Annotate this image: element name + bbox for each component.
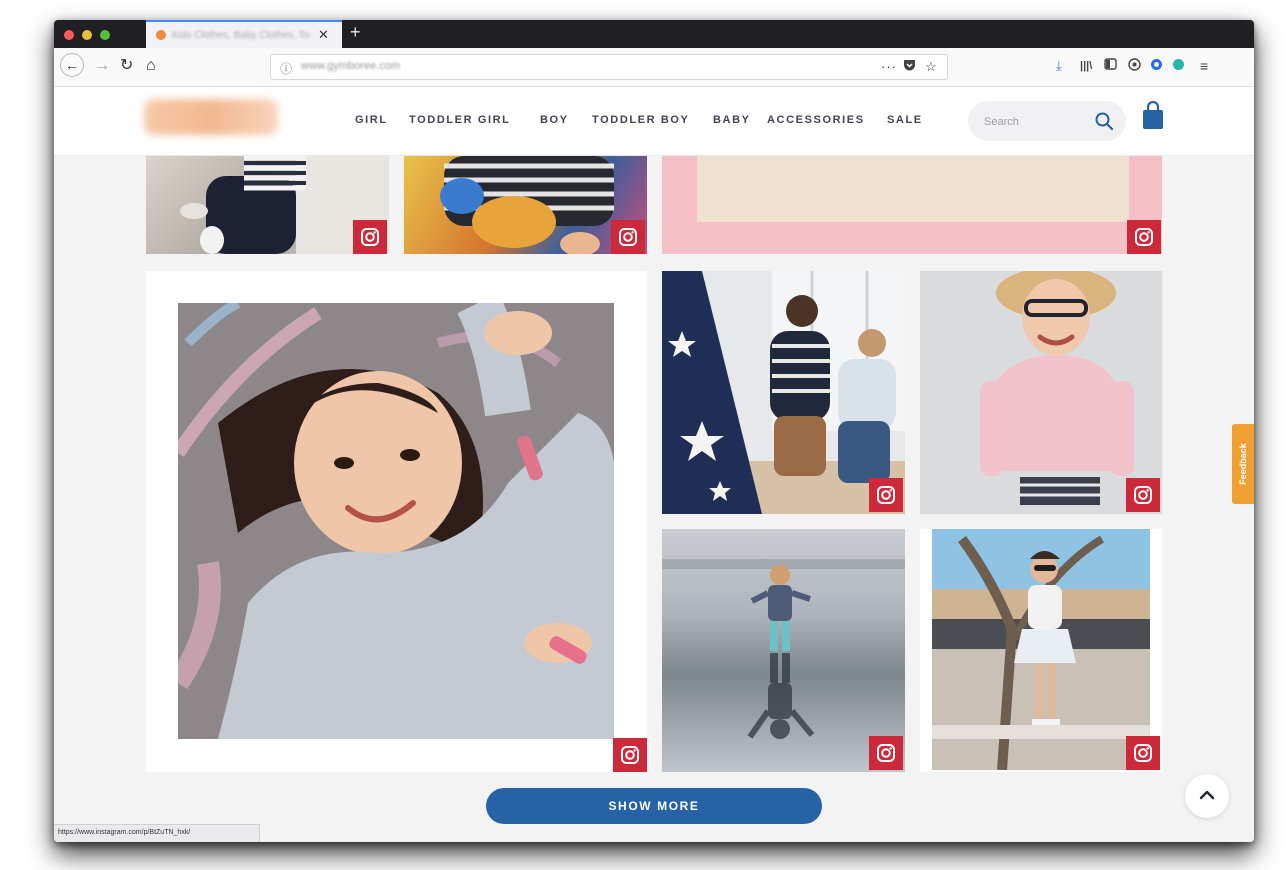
page-actions-icon[interactable]: ··· — [881, 59, 897, 74]
pocket-icon[interactable] — [903, 59, 916, 74]
instagram-gallery: SHOW MORE Feedback https://www.instagram… — [54, 156, 1254, 842]
reload-button[interactable]: ↻ — [120, 57, 133, 75]
sidebar-icon[interactable] — [1104, 58, 1117, 74]
url-text: www.gymboree.com — [301, 60, 401, 72]
download-icon[interactable]: ⤓ — [1056, 58, 1062, 74]
feedback-tab[interactable]: Feedback — [1232, 424, 1254, 504]
menu-icon[interactable]: ≡ — [1200, 58, 1208, 74]
gallery-photo-featured[interactable] — [146, 271, 647, 772]
minimize-window-button[interactable] — [82, 30, 92, 40]
browser-tab[interactable]: Kids Clothes, Baby Clothes, Toddler Clot… — [146, 20, 342, 48]
nav-toddler-boy[interactable]: TODDLER BOY — [592, 114, 689, 126]
instagram-icon[interactable] — [1126, 736, 1160, 770]
instagram-icon[interactable] — [353, 220, 387, 254]
nav-boy[interactable]: BOY — [540, 114, 569, 126]
gallery-photo[interactable] — [404, 156, 647, 254]
scroll-to-top-button[interactable] — [1185, 774, 1229, 818]
site-header: GIRL TODDLER GIRL BOY TODDLER BOY BABY A… — [54, 87, 1254, 156]
extension-teal-icon[interactable] — [1172, 58, 1185, 75]
gallery-photo[interactable] — [662, 156, 1162, 254]
browser-toolbar: ← → ↻ ⌂ ⓘ www.gymboree.com ··· ☆ ⤓ |||\ … — [54, 48, 1254, 87]
site-logo[interactable] — [144, 99, 278, 135]
chevron-up-icon — [1199, 787, 1215, 805]
tab-strip: Kids Clothes, Baby Clothes, Toddler Clot… — [54, 20, 1254, 48]
gallery-photo[interactable] — [146, 156, 389, 254]
gallery-photo[interactable] — [662, 271, 905, 514]
nav-girl[interactable]: GIRL — [355, 114, 388, 126]
library-icon[interactable]: |||\ — [1080, 58, 1092, 74]
search-box — [968, 101, 1126, 141]
extension-icon[interactable] — [1128, 58, 1141, 75]
instagram-icon[interactable] — [869, 736, 903, 770]
search-input[interactable] — [982, 111, 1086, 133]
close-window-button[interactable] — [64, 30, 74, 40]
address-bar[interactable]: ⓘ www.gymboree.com ··· ☆ — [270, 54, 948, 80]
show-more-button[interactable]: SHOW MORE — [486, 788, 822, 824]
instagram-icon[interactable] — [613, 738, 647, 772]
feedback-label: Feedback — [1238, 443, 1248, 485]
info-icon[interactable]: ⓘ — [280, 60, 292, 77]
photo-frame — [697, 156, 1129, 222]
instagram-icon[interactable] — [869, 478, 903, 512]
instagram-icon[interactable] — [1127, 220, 1161, 254]
search-icon[interactable] — [1094, 111, 1114, 131]
maximize-window-button[interactable] — [100, 30, 110, 40]
instagram-icon[interactable] — [611, 220, 645, 254]
bookmark-star-icon[interactable]: ☆ — [925, 59, 937, 75]
forward-button[interactable]: → — [94, 57, 110, 75]
gallery-photo[interactable] — [920, 271, 1162, 514]
home-button[interactable]: ⌂ — [146, 57, 156, 75]
gallery-photo[interactable] — [920, 529, 1162, 772]
nav-sale[interactable]: SALE — [887, 114, 923, 126]
shopping-bag-icon[interactable] — [1141, 100, 1165, 131]
browser-window: Kids Clothes, Baby Clothes, Toddler Clot… — [54, 20, 1254, 842]
status-bar-url: https://www.instagram.com/p/BtZuTN_hxk/ — [54, 824, 260, 842]
gallery-photo[interactable] — [662, 529, 905, 772]
extension-blue-icon[interactable] — [1150, 58, 1163, 75]
nav-accessories[interactable]: ACCESSORIES — [767, 114, 865, 126]
nav-baby[interactable]: BABY — [713, 114, 751, 126]
nav-toddler-girl[interactable]: TODDLER GIRL — [409, 114, 511, 126]
tab-title: Kids Clothes, Baby Clothes, Toddler Clot… — [172, 30, 310, 41]
instagram-icon[interactable] — [1126, 478, 1160, 512]
new-tab-button[interactable]: + — [350, 22, 361, 43]
back-button[interactable]: ← — [60, 53, 84, 77]
favicon-icon — [156, 30, 166, 40]
tab-close-icon[interactable]: ✕ — [318, 27, 329, 43]
